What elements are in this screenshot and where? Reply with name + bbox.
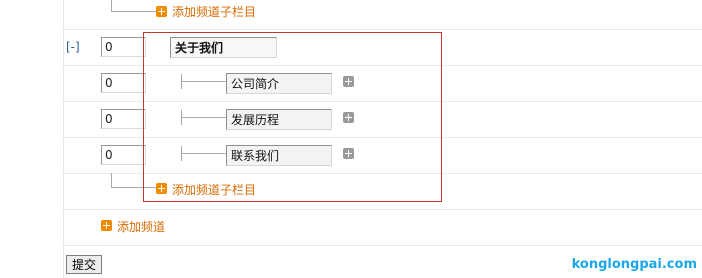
child-name-input[interactable]: [226, 145, 332, 166]
watermark: konglongpai.com: [571, 257, 697, 272]
row-divider: [63, 101, 702, 102]
row-divider: [63, 245, 702, 246]
tree-connector: [111, 0, 156, 12]
table-left-border: [63, 0, 64, 278]
row-divider: [63, 29, 702, 30]
add-icon[interactable]: [156, 183, 167, 194]
submit-button[interactable]: 提交: [66, 255, 102, 274]
collapse-toggle[interactable]: [-]: [66, 40, 80, 54]
tree-connector: [181, 117, 226, 118]
tree-connector: [111, 173, 156, 188]
add-child-icon[interactable]: [343, 76, 354, 87]
add-subcategory-link[interactable]: 添加频道子栏目: [172, 5, 256, 19]
row-divider: [63, 65, 702, 66]
channel-sort-input[interactable]: [101, 37, 146, 57]
add-child-icon[interactable]: [343, 148, 354, 159]
child-name-input[interactable]: [226, 109, 332, 130]
child-name-input[interactable]: [226, 73, 332, 94]
row-divider: [63, 137, 702, 138]
add-subcategory-link[interactable]: 添加频道子栏目: [172, 183, 256, 197]
child-sort-input[interactable]: [101, 145, 146, 165]
tree-connector: [181, 81, 226, 82]
tree-connector: [181, 153, 226, 154]
child-sort-input[interactable]: [101, 73, 146, 93]
row-divider: [63, 173, 702, 174]
add-child-icon[interactable]: [343, 112, 354, 123]
channel-name-input[interactable]: [170, 37, 277, 58]
add-icon[interactable]: [156, 6, 167, 17]
child-sort-input[interactable]: [101, 109, 146, 129]
row-divider: [63, 209, 702, 210]
add-icon[interactable]: [101, 220, 112, 231]
add-channel-link[interactable]: 添加频道: [117, 220, 165, 234]
